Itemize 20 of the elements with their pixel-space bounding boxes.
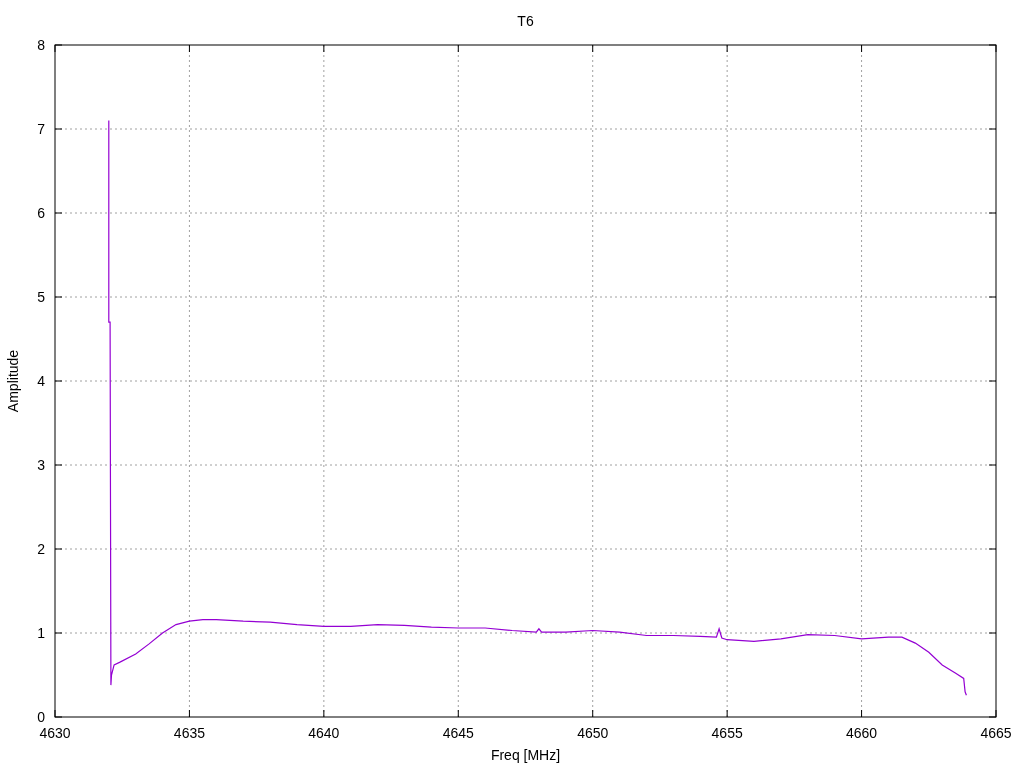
y-tick-label: 2 — [37, 541, 45, 557]
y-tick-label: 0 — [37, 709, 45, 725]
x-tick-label: 4655 — [711, 725, 743, 741]
x-tick-label: 4660 — [846, 725, 878, 741]
y-axis-title: Amplitude — [5, 349, 21, 413]
y-tick-label: 7 — [37, 121, 45, 137]
x-tick-label: 4665 — [980, 725, 1012, 741]
x-tick-label: 4645 — [442, 725, 474, 741]
y-tick-label: 5 — [37, 289, 45, 305]
y-tick-label: 8 — [37, 37, 45, 53]
x-tick-label: 4650 — [577, 725, 609, 741]
chart-title: T6 — [517, 13, 534, 29]
y-tick-label: 3 — [37, 457, 45, 473]
x-tick-label: 4640 — [308, 725, 340, 741]
x-axis-title: Freq [MHz] — [490, 747, 561, 763]
y-tick-label: 4 — [37, 373, 45, 389]
y-tick-label: 1 — [37, 625, 45, 641]
x-tick-label: 4630 — [39, 725, 71, 741]
x-tick-label: 4635 — [173, 725, 205, 741]
y-tick-label: 6 — [37, 205, 45, 221]
